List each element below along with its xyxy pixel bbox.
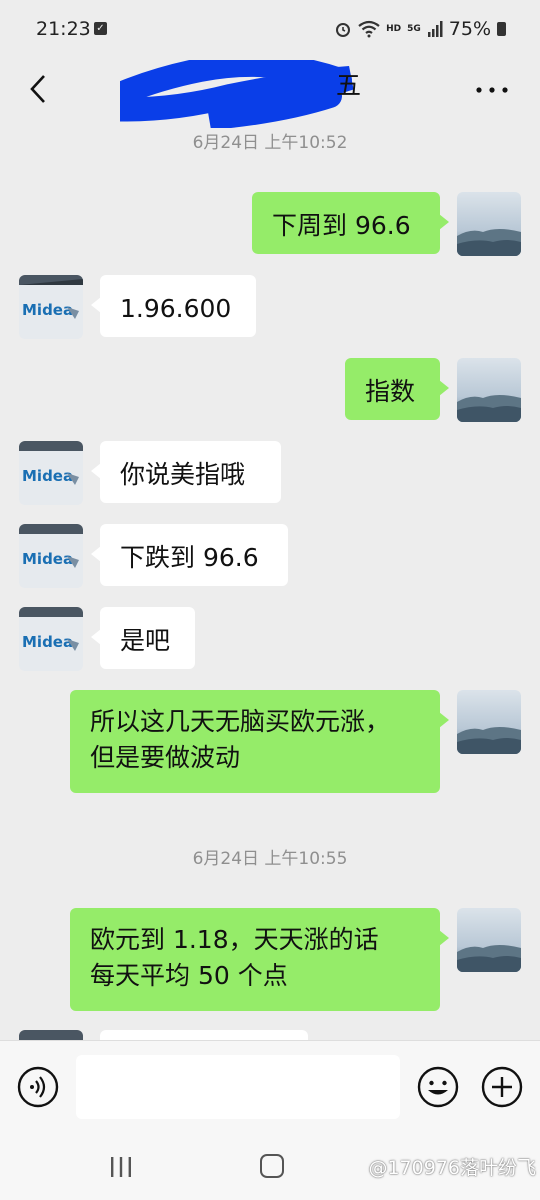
svg-text:Midea: Midea <box>22 301 73 319</box>
my-avatar-image <box>457 690 521 754</box>
message-line: 但是要做波动 <box>90 743 241 772</box>
message-bubble-received[interactable]: 下跌到 96.6 <box>91 524 288 586</box>
message-bubble-received[interactable]: 你说美指哦 <box>91 441 281 503</box>
message-bubble-received[interactable]: 1.96.600 <box>91 275 256 337</box>
redaction-scribble <box>120 60 354 128</box>
status-bar: 21:23 ✓ HD 5G 75% <box>0 0 540 60</box>
system-nav-bar: @170976落叶纷飞 <box>0 1137 540 1200</box>
network-gen-label: 5G <box>407 24 421 34</box>
contact-avatar[interactable]: Midea <box>19 524 83 588</box>
message-input[interactable] <box>76 1055 400 1119</box>
midea-logo-avatar: Midea <box>19 275 83 339</box>
my-avatar-image <box>457 192 521 256</box>
chat-area[interactable]: 6月24日 上午10:52 下周到 96.6 Midea 1.96.600 指数… <box>0 122 540 1040</box>
chevron-left-icon <box>30 75 45 103</box>
recent-apps-button[interactable] <box>108 1155 134 1179</box>
input-bar <box>0 1040 540 1137</box>
midea-logo-avatar: Midea <box>19 607 83 671</box>
midea-logo-avatar <box>19 1030 83 1040</box>
voice-icon <box>17 1066 59 1108</box>
battery-icon <box>497 22 506 36</box>
more-dots-icon <box>476 87 508 93</box>
message-line: 所以这几天无脑买欧元涨， <box>90 707 391 736</box>
message-bubble-sent[interactable]: 指数 <box>345 358 449 420</box>
my-avatar[interactable] <box>457 690 521 754</box>
emoji-icon <box>417 1066 459 1108</box>
chat-title: 五 <box>120 60 420 128</box>
voice-button[interactable] <box>16 1065 60 1109</box>
svg-text:Midea: Midea <box>22 633 73 651</box>
status-time: 21:23 <box>36 18 91 40</box>
back-button[interactable] <box>22 68 62 108</box>
message-bubble-sent[interactable]: 欧元到 1.18，天天涨的话 每天平均 50 个点 <box>70 908 449 1011</box>
more-button[interactable] <box>472 68 512 108</box>
recent-apps-icon <box>111 1157 131 1177</box>
contact-avatar[interactable]: Midea <box>19 607 83 671</box>
message-bubble-sent[interactable]: 所以这几天无脑买欧元涨， 但是要做波动 <box>70 690 449 793</box>
my-avatar-image <box>457 908 521 972</box>
signal-icon <box>427 21 443 37</box>
emoji-button[interactable] <box>416 1065 460 1109</box>
message-bubble-received[interactable]: 是吧 <box>91 607 195 669</box>
contact-avatar[interactable]: Midea <box>19 275 83 339</box>
midea-logo-avatar: Midea <box>19 524 83 588</box>
title-fragment: 五 <box>336 71 362 100</box>
my-avatar[interactable] <box>457 358 521 422</box>
time-separator: 6月24日 上午10:52 <box>192 133 348 153</box>
my-avatar-image <box>457 358 521 422</box>
notification-check-icon: ✓ <box>94 22 107 35</box>
battery-percent: 75% <box>448 18 491 40</box>
contact-avatar[interactable]: Midea <box>19 441 83 505</box>
home-button[interactable] <box>260 1154 284 1178</box>
chat-header: 五 <box>0 60 540 128</box>
message-bubble-received-partial[interactable] <box>100 1030 308 1040</box>
contact-avatar[interactable] <box>19 1030 83 1040</box>
my-avatar[interactable] <box>457 192 521 256</box>
plus-icon <box>481 1066 523 1108</box>
hd-label: HD <box>386 24 402 34</box>
status-icons: HD 5G 75% <box>334 18 506 40</box>
message-line: 每天平均 50 个点 <box>90 961 288 990</box>
message-bubble-sent[interactable]: 下周到 96.6 <box>252 192 449 254</box>
watermark-text: @170976落叶纷飞 <box>368 1157 536 1179</box>
my-avatar[interactable] <box>457 908 521 972</box>
alarm-icon <box>336 23 351 37</box>
svg-text:Midea: Midea <box>22 550 73 568</box>
plus-button[interactable] <box>480 1065 524 1109</box>
midea-logo-avatar: Midea <box>19 441 83 505</box>
time-separator: 6月24日 上午10:55 <box>192 849 348 869</box>
wifi-icon <box>358 20 380 38</box>
svg-text:Midea: Midea <box>22 467 73 485</box>
message-line: 欧元到 1.18，天天涨的话 <box>90 925 379 954</box>
